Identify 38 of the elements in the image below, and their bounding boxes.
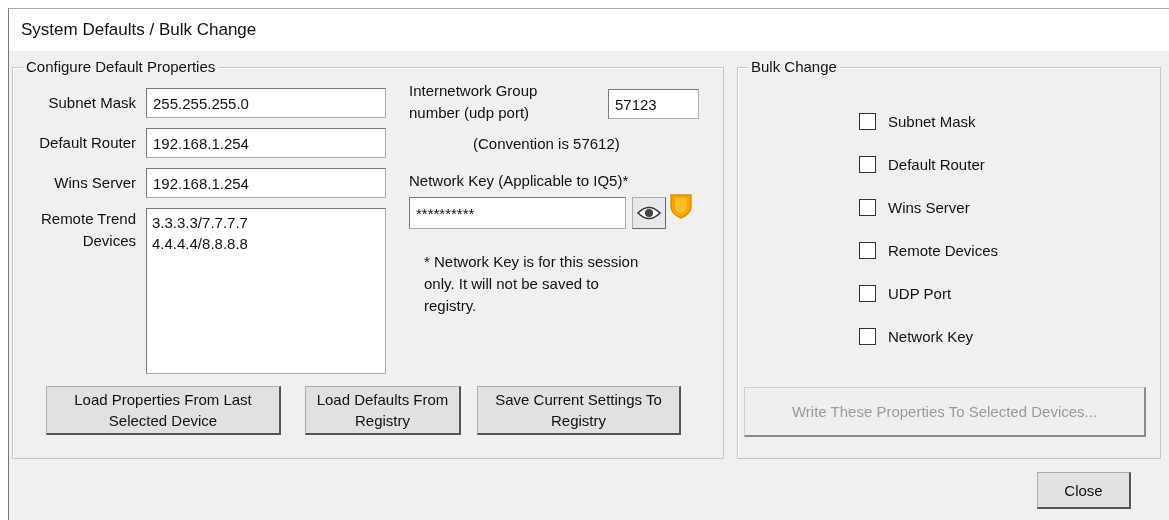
note-text: * Network Key is for this session only. It will not be saved to registry.	[424, 252, 640, 316]
checkbox-label[interactable]: Subnet Mask	[888, 112, 976, 130]
checkbox[interactable]	[859, 241, 876, 259]
window-title: System Defaults / Bulk Change	[21, 20, 257, 40]
list-entry: 4.4.4.4/8.8.8.8	[152, 234, 249, 254]
text-field[interactable]: 192.168.1.254	[146, 168, 386, 198]
field-label: Subnet Mask	[47, 93, 137, 113]
field-label: Default Router	[38, 133, 137, 153]
checkbox[interactable]	[859, 155, 876, 173]
text-field[interactable]: 255.255.255.0	[146, 88, 386, 118]
password-field[interactable]: **********	[409, 197, 626, 229]
close-button[interactable]: Close	[1037, 472, 1131, 509]
field-label: Internetwork Group number (udp port)	[409, 81, 539, 123]
show-password-button[interactable]	[632, 197, 666, 229]
checkbox[interactable]	[859, 112, 876, 130]
checkbox[interactable]	[859, 284, 876, 302]
checkbox[interactable]	[859, 198, 876, 216]
text-field[interactable]: 192.168.1.254	[146, 128, 386, 158]
checkbox-label[interactable]: Wins Server	[888, 198, 970, 216]
eye-icon	[637, 206, 661, 220]
checkbox-label[interactable]: Network Key	[888, 327, 974, 345]
checkbox-label[interactable]: UDP Port	[888, 284, 952, 302]
checkbox-label[interactable]: Remote Devices	[888, 241, 999, 259]
group-title: Configure Default Properties	[23, 58, 219, 76]
group-title: Bulk Change	[748, 58, 840, 76]
list-entry: 3.3.3.3/7.7.7.7	[152, 213, 249, 233]
field-label: Network Key (Applicable to IQ5)*	[409, 171, 630, 191]
checkbox[interactable]	[859, 327, 876, 345]
checkbox-label[interactable]: Default Router	[888, 155, 985, 173]
list-field[interactable]: 3.3.3.3/7.7.7.7 4.4.4.4/8.8.8.8	[146, 208, 386, 374]
field-label: Remote Trend Devices	[39, 209, 137, 251]
action-button[interactable]: Save Current Settings To Registry	[477, 386, 681, 435]
action-button[interactable]: Load Properties From Last Selected Device	[46, 386, 281, 435]
hint-text: (Convention is 57612)	[473, 134, 621, 154]
port-field[interactable]: 57123	[608, 89, 699, 119]
action-button[interactable]: Load Defaults From Registry	[305, 386, 461, 435]
field-label: Wins Server	[53, 173, 137, 193]
shield-icon	[669, 193, 693, 219]
